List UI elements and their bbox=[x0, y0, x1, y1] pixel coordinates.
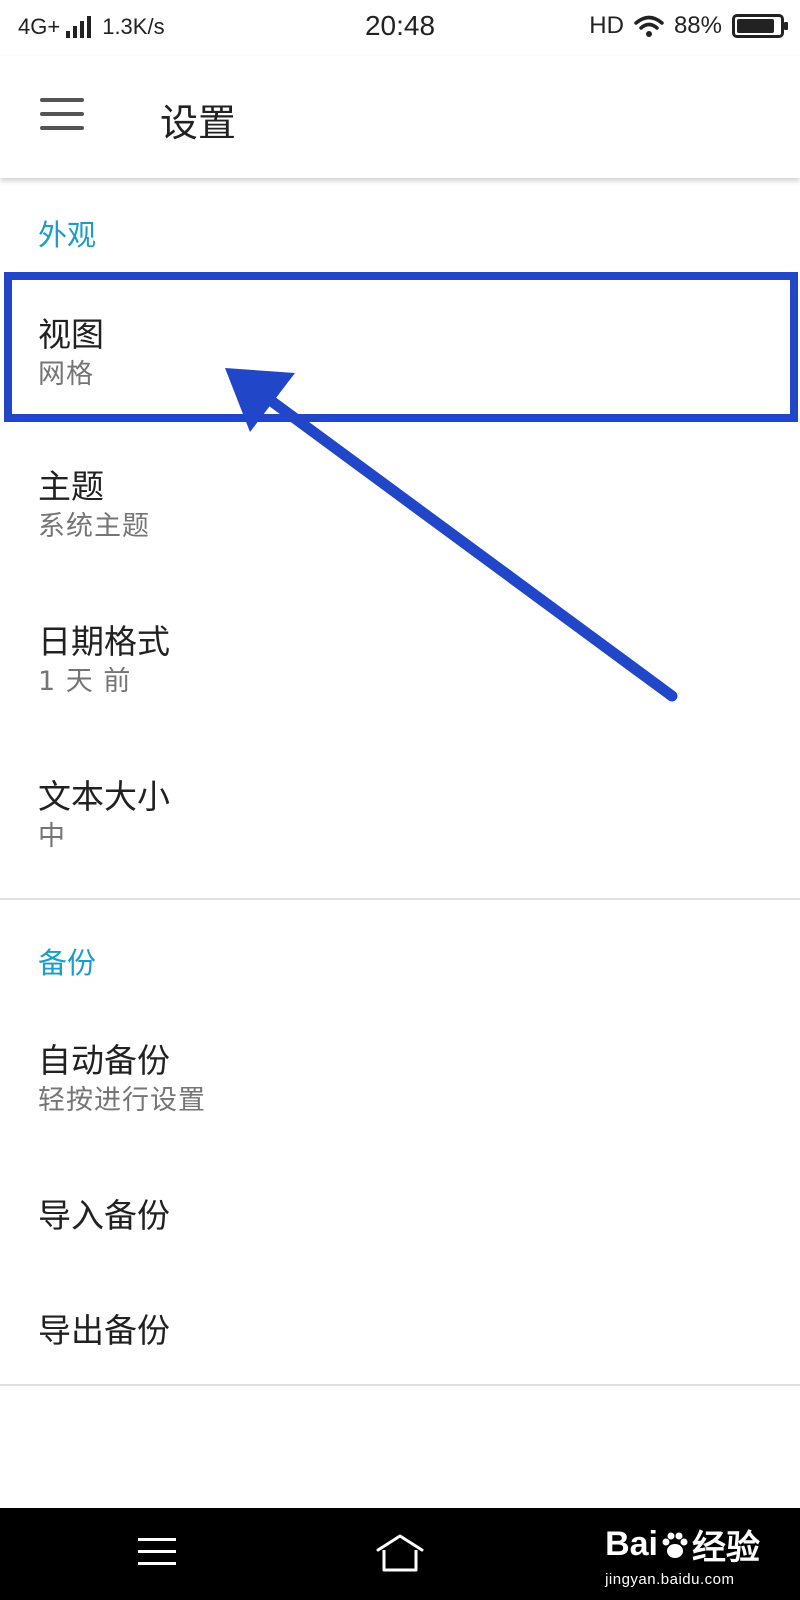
setting-value: 1 天 前 bbox=[38, 666, 132, 697]
setting-item-date-format[interactable]: 日期格式 1 天 前 bbox=[0, 585, 800, 735]
watermark-url: jingyan.baidu.com bbox=[605, 1571, 735, 1588]
setting-title: 自动备份 bbox=[38, 1041, 170, 1080]
section-divider bbox=[0, 898, 800, 900]
setting-title: 日期格式 bbox=[38, 622, 170, 661]
setting-title: 导出备份 bbox=[38, 1311, 170, 1350]
hd-indicator: HD bbox=[589, 12, 624, 39]
wifi-icon bbox=[634, 15, 664, 37]
battery-icon bbox=[732, 14, 788, 38]
setting-item-import-backup[interactable]: 导入备份 bbox=[0, 1165, 800, 1275]
menu-icon[interactable] bbox=[40, 98, 84, 132]
setting-item-view[interactable]: 视图 网格 bbox=[0, 280, 800, 420]
baidu-logo: Bai 经验 bbox=[605, 1520, 760, 1569]
page-title: 设置 bbox=[160, 101, 237, 145]
battery-percent: 88% bbox=[673, 12, 722, 39]
setting-title: 视图 bbox=[38, 315, 104, 354]
setting-value: 网格 bbox=[38, 359, 94, 390]
setting-item-text-size[interactable]: 文本大小 中 bbox=[0, 740, 800, 890]
setting-title: 导入备份 bbox=[38, 1196, 170, 1235]
setting-item-auto-backup[interactable]: 自动备份 轻按进行设置 bbox=[0, 1000, 800, 1150]
section-header-appearance: 外观 bbox=[38, 218, 97, 252]
section-header-backup: 备份 bbox=[38, 946, 97, 980]
setting-title: 主题 bbox=[38, 467, 104, 506]
status-bar: 4G+ 1.3K/s 20:48 HD 88% bbox=[0, 0, 800, 56]
baidu-watermark: Bai 经验 jingyan.baidu.com bbox=[605, 1520, 760, 1588]
setting-value: 轻按进行设置 bbox=[38, 1085, 206, 1116]
recent-apps-icon[interactable] bbox=[138, 1536, 176, 1568]
setting-value: 中 bbox=[38, 821, 66, 852]
status-right: HD 88% bbox=[579, 12, 788, 40]
setting-value: 系统主题 bbox=[38, 511, 150, 542]
navigation-bar: Bai 经验 jingyan.baidu.com bbox=[0, 1508, 800, 1600]
setting-title: 文本大小 bbox=[38, 777, 170, 816]
section-divider bbox=[0, 1384, 800, 1386]
logo-text-left: Bai bbox=[605, 1525, 658, 1563]
setting-item-export-backup[interactable]: 导出备份 bbox=[0, 1280, 800, 1390]
home-icon[interactable] bbox=[374, 1532, 426, 1574]
app-bar: 设置 bbox=[0, 56, 800, 178]
paw-icon bbox=[662, 1532, 688, 1558]
logo-text-right: 经验 bbox=[692, 1529, 760, 1567]
setting-item-theme[interactable]: 主题 系统主题 bbox=[0, 430, 800, 580]
